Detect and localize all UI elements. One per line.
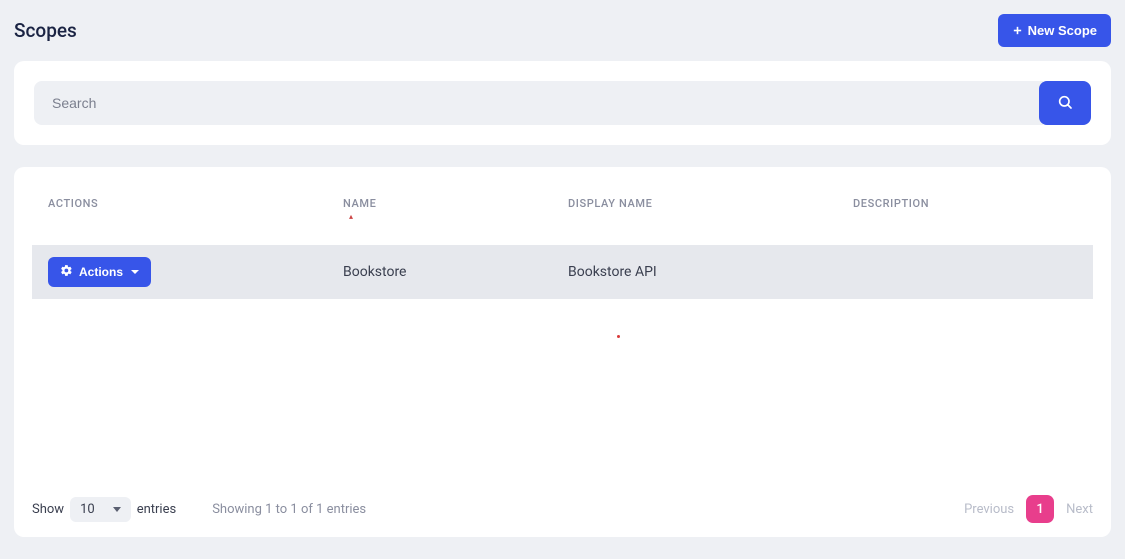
plus-icon (1012, 24, 1023, 38)
column-header-actions[interactable]: ACTIONS (48, 197, 343, 221)
cursor-indicator (617, 335, 620, 338)
page-size-value: 10 (80, 502, 95, 517)
search-card (14, 61, 1111, 145)
column-header-description[interactable]: DESCRIPTION (853, 197, 1077, 221)
search-button[interactable] (1039, 81, 1091, 125)
page-size-control: Show 10 entries (32, 497, 176, 522)
pagination: Previous 1 Next (964, 495, 1093, 523)
chevron-down-icon (131, 270, 139, 274)
table-footer: Show 10 entries Showing 1 to 1 of 1 entr… (32, 485, 1093, 523)
cell-name: Bookstore (343, 264, 568, 280)
table-header: ACTIONS NAME ▴ DISPLAY NAME DESCRIPTION (32, 185, 1093, 245)
new-scope-button[interactable]: New Scope (998, 14, 1111, 47)
column-header-name[interactable]: NAME ▴ (343, 197, 568, 221)
page-title: Scopes (14, 19, 77, 42)
showing-info: Showing 1 to 1 of 1 entries (212, 502, 366, 517)
search-icon (1057, 94, 1073, 113)
table-row[interactable]: Actions Bookstore Bookstore API (32, 245, 1093, 299)
gear-icon (60, 264, 73, 280)
actions-label: Actions (79, 265, 123, 279)
search-input[interactable] (34, 81, 1043, 125)
chevron-down-icon (113, 507, 121, 512)
row-actions-button[interactable]: Actions (48, 257, 151, 287)
new-scope-label: New Scope (1028, 23, 1097, 38)
sort-indicator-icon: ▴ (349, 212, 568, 221)
next-button[interactable]: Next (1066, 502, 1093, 517)
table-card: ACTIONS NAME ▴ DISPLAY NAME DESCRIPTION … (14, 167, 1111, 537)
entries-label: entries (137, 502, 177, 517)
page-number-current[interactable]: 1 (1026, 495, 1054, 523)
previous-button[interactable]: Previous (964, 502, 1014, 517)
page-size-select[interactable]: 10 (70, 497, 131, 522)
column-header-display-name[interactable]: DISPLAY NAME (568, 197, 853, 221)
show-label: Show (32, 502, 64, 517)
cell-display-name: Bookstore API (568, 264, 853, 280)
